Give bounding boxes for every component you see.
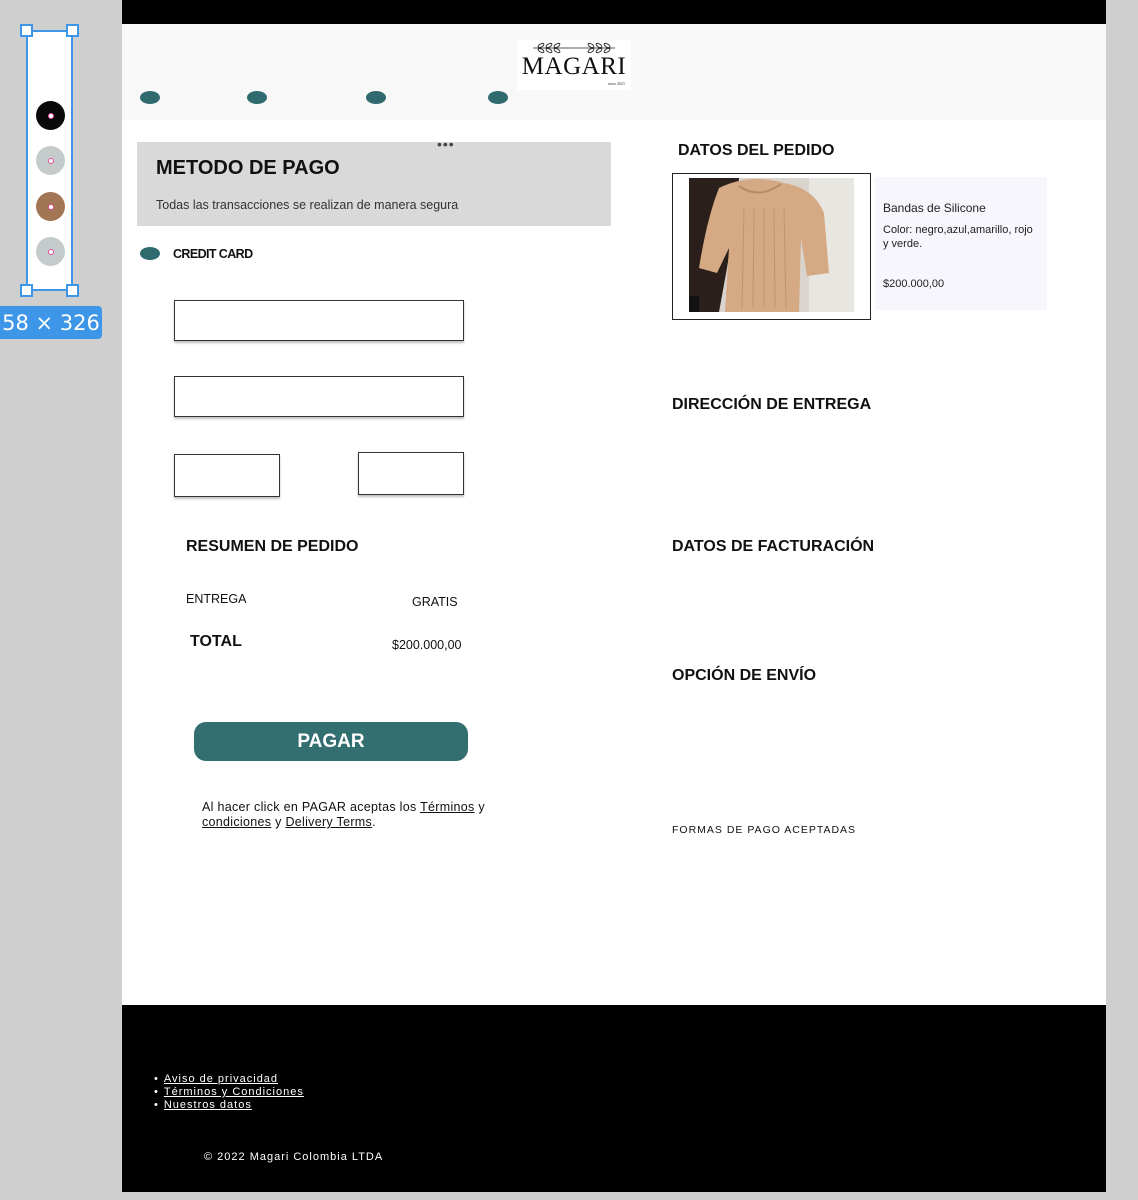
site-footer: Aviso de privacidad Términos y Condicion…: [122, 1005, 1106, 1192]
legal-suffix: .: [372, 815, 376, 829]
legal-mid2: y: [271, 815, 286, 829]
swatch-center-dot: [47, 112, 54, 119]
swatch-center-dot: [47, 248, 54, 255]
nav-item-4[interactable]: [488, 91, 508, 104]
shipping-label: ENTREGA: [186, 592, 247, 606]
more-options-icon[interactable]: •••: [437, 136, 455, 152]
color-swatch-brown[interactable]: [36, 192, 65, 221]
color-swatch-gray-2[interactable]: [36, 237, 65, 266]
product-image-frame: [672, 173, 871, 320]
card-cvv-input[interactable]: [358, 452, 464, 495]
color-swatch-black[interactable]: [36, 101, 65, 130]
footer-link-item: Nuestros datos: [154, 1099, 304, 1112]
product-color: Color: negro,azul,amarillo, rojo y verde…: [883, 224, 1033, 250]
total-value: $200.000,00: [392, 638, 462, 652]
legal-prefix: Al hacer click en PAGAR aceptas los: [202, 800, 421, 814]
delivery-address-title: DIRECCIÓN DE ENTREGA: [672, 396, 872, 413]
billing-data-title: DATOS DE FACTURACIÓN: [672, 538, 875, 555]
color-swatch-gray[interactable]: [36, 146, 65, 175]
terms-link[interactable]: Términos: [420, 800, 475, 814]
payment-method-panel: ••• METODO DE PAGO Todas las transaccion…: [137, 136, 611, 226]
footer-link-item: Términos y Condiciones: [154, 1086, 304, 1099]
selection-size-badge: 58 × 326: [0, 306, 102, 339]
accepted-payments-title: FORMAS DE PAGO ACEPTADAS: [672, 824, 857, 836]
card-number-input[interactable]: [174, 300, 464, 341]
payment-title: METODO DE PAGO: [156, 157, 340, 179]
credit-card-label: CREDIT CARD: [173, 247, 253, 261]
nav-item-1[interactable]: [140, 91, 160, 104]
footer-link-item: Aviso de privacidad: [154, 1073, 304, 1086]
resize-handle-bottom-right[interactable]: [66, 284, 79, 297]
card-expiry-input[interactable]: [174, 454, 280, 497]
swatch-center-dot: [47, 203, 54, 210]
site-header: MAGARI since 2021: [122, 24, 1106, 120]
legal-notice: Al hacer click en PAGAR aceptas los Térm…: [202, 800, 522, 830]
checkout-page: MAGARI since 2021 ••• METODO DE PAGO Tod…: [122, 0, 1106, 1192]
top-bar: [122, 0, 1106, 24]
shipping-value: GRATIS: [412, 595, 458, 609]
card-name-input[interactable]: [174, 376, 464, 417]
footer-links: Aviso de privacidad Términos y Condicion…: [154, 1073, 304, 1112]
legal-mid: y: [474, 800, 485, 814]
nav-item-3[interactable]: [366, 91, 386, 104]
terms-conditions-link[interactable]: Términos y Condiciones: [164, 1086, 304, 1098]
payment-subtitle: Todas las transacciones se realizan de m…: [156, 198, 459, 212]
total-label: TOTAL: [190, 633, 242, 650]
brand-logo[interactable]: MAGARI since 2021: [517, 40, 631, 90]
delivery-terms-link[interactable]: Delivery Terms: [285, 815, 372, 829]
order-summary-title: RESUMEN DE PEDIDO: [186, 538, 359, 555]
pay-button[interactable]: PAGAR: [194, 722, 468, 761]
product-photo: [689, 178, 854, 312]
credit-card-radio[interactable]: [140, 247, 160, 260]
conditions-link[interactable]: condiciones: [202, 815, 271, 829]
nav-item-2[interactable]: [247, 91, 267, 104]
resize-handle-top-right[interactable]: [66, 24, 79, 37]
copyright: © 2022 Magari Colombia LTDA: [204, 1151, 384, 1163]
privacy-notice-link[interactable]: Aviso de privacidad: [164, 1073, 278, 1085]
product-price: $200.000,00: [883, 278, 945, 290]
product-info-card: Bandas de Silicone Color: negro,azul,ama…: [875, 177, 1047, 310]
resize-handle-top-left[interactable]: [20, 24, 33, 37]
our-data-link[interactable]: Nuestros datos: [164, 1099, 252, 1111]
shipping-option-title: OPCIÓN DE ENVÍO: [672, 667, 817, 684]
swatch-center-dot: [47, 157, 54, 164]
product-name: Bandas de Silicone: [883, 201, 986, 215]
logo-since: since 2021: [607, 81, 625, 86]
order-data-title: DATOS DEL PEDIDO: [678, 142, 835, 159]
logo-wordmark: MAGARI: [521, 53, 627, 80]
resize-handle-bottom-left[interactable]: [20, 284, 33, 297]
